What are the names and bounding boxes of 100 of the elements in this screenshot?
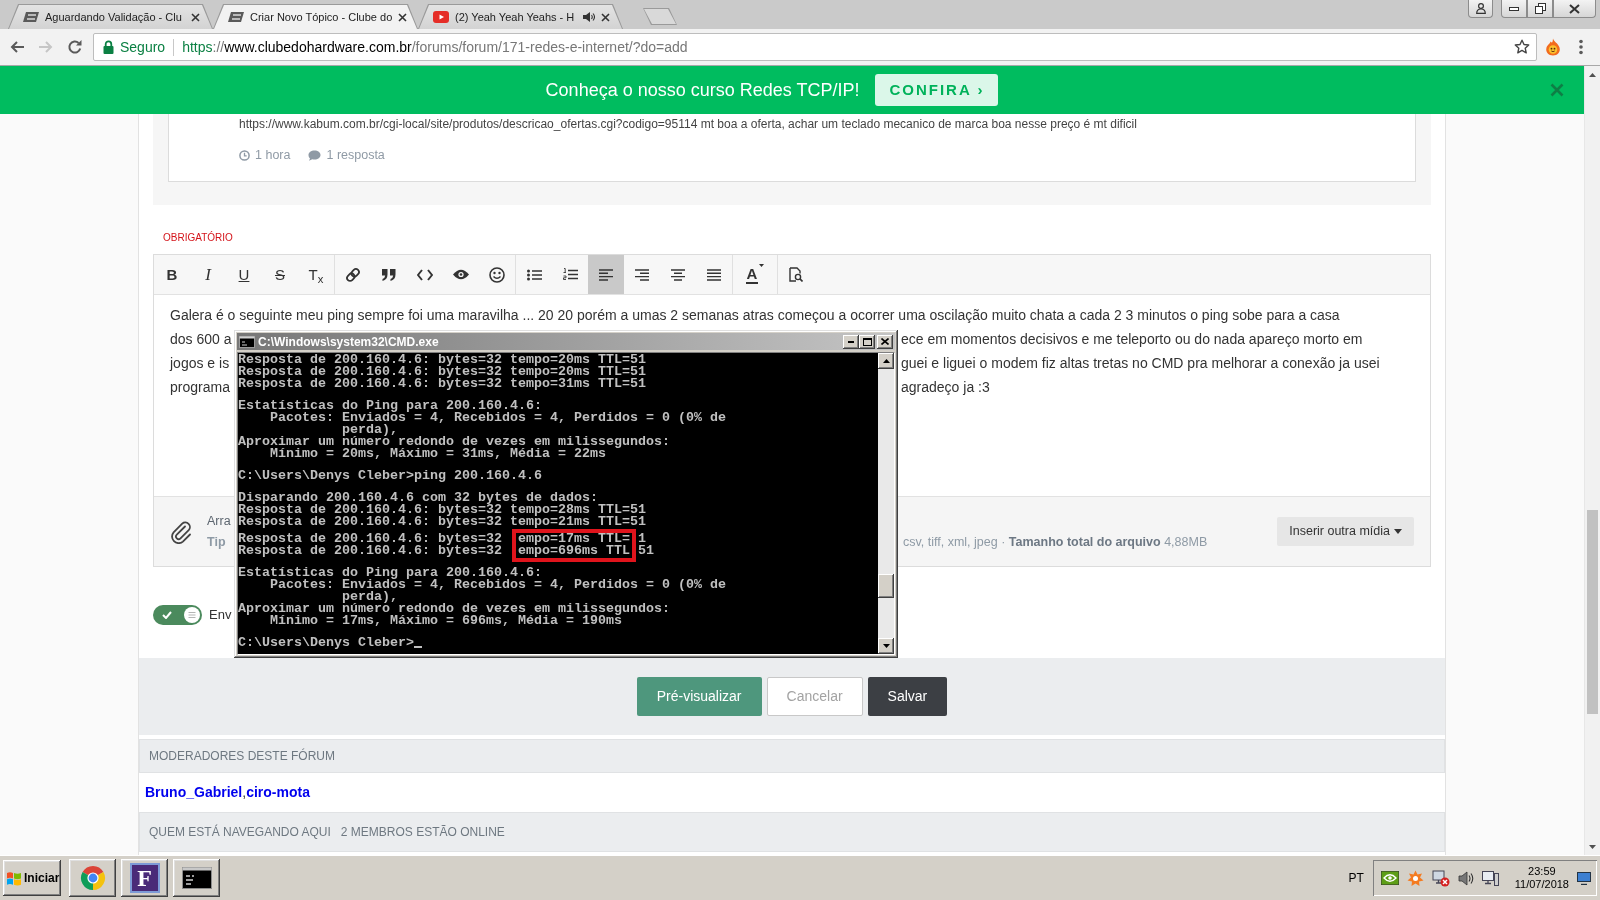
reload-icon[interactable]: [67, 39, 83, 55]
notification-toggle[interactable]: [153, 605, 202, 625]
minimize-icon: [848, 340, 854, 343]
console-text: Pacotes: Enviados = 4, Recebidos = 4, Perdidos = 0 (0% de: [270, 579, 726, 591]
align-left-icon: [599, 268, 613, 281]
star-icon[interactable]: [1514, 39, 1530, 55]
back-icon[interactable]: [9, 39, 25, 55]
scroll-up-button[interactable]: [878, 353, 894, 369]
console-text: perda),: [341, 591, 398, 603]
round-logo-icon: [79, 865, 106, 891]
list-separator: ,: [242, 783, 247, 802]
toolbar-button[interactable]: U: [226, 255, 262, 294]
console-text: Mínimo = 20ms, Máximo = 31ms, Média = 22ms: [270, 448, 606, 460]
close-button[interactable]: [877, 334, 893, 349]
browser-tab[interactable]: Criar Novo Tópico - Clube do: [213, 4, 418, 29]
save-button[interactable]: Salvar: [867, 677, 948, 716]
body-text: programa: [170, 379, 230, 395]
arrow-down-icon: [882, 644, 890, 648]
close-icon[interactable]: [398, 12, 408, 22]
caret-icon: [1394, 529, 1402, 534]
toolbar-button[interactable]: B: [154, 255, 190, 294]
console-text: Resposta de 200.160.4.6: bytes=32 tempo=28ms TTL=51: [238, 504, 646, 516]
console-text: Estatísticas do Ping para 200.160.4.6:: [238, 567, 542, 579]
console-text: perda),: [341, 424, 398, 436]
console-text: Resposta de 200.160.4.6: bytes=32 tempo=20ms TTL=51: [238, 354, 646, 366]
eye-icon: [453, 269, 469, 280]
toolbar-button[interactable]: A: [733, 255, 777, 294]
online-count: 2 MEMBROS ESTÃO ONLINE: [340, 824, 505, 841]
promo-text: Conheça o nosso curso Redes TCP/IP!: [545, 78, 860, 102]
body-text: Galera é o seguinte meu ping sempre foi uma maravilha ... 20 20 porém a umas 2 semanas atras começou a ocorrer uma oscilação muito chata a cada 2 3 minutos o ping sobe para a casa: [170, 306, 1341, 325]
console-text: Aproximar um número redondo de vezes em milissegundos:: [238, 603, 670, 615]
arrow-up-icon: [882, 359, 890, 363]
close-icon[interactable]: [601, 12, 610, 22]
close-button[interactable]: [1553, 0, 1596, 18]
file-types-label: Tip: [207, 534, 226, 549]
toolbar-button[interactable]: I: [190, 255, 226, 294]
restore-button[interactable]: [1527, 0, 1553, 18]
toolbar-button[interactable]: S: [262, 255, 298, 294]
minimize-icon: [1509, 6, 1519, 11]
console-text: Aproximar um número redondo de vezes em milissegundos:: [238, 436, 670, 448]
minimize-button[interactable]: [843, 334, 859, 349]
console-text: 51: [637, 545, 654, 557]
close-icon[interactable]: [191, 12, 200, 22]
site-logo-icon: [228, 12, 244, 22]
speaker-icon[interactable]: [1457, 870, 1474, 886]
language-indicator[interactable]: PT: [1348, 869, 1364, 887]
body-text: agradeço ja :3: [901, 379, 990, 395]
network-error-icon[interactable]: [1431, 869, 1450, 887]
profile-button[interactable]: [1468, 0, 1493, 18]
splat-icon[interactable]: [1406, 869, 1424, 887]
bullet-list-icon: [526, 268, 542, 281]
body-text: ece em momentos decisivos e me teleporto ou do nada apareço morto em: [901, 331, 1363, 347]
minimize-button[interactable]: [1501, 0, 1527, 18]
scrollbar-track[interactable]: [878, 353, 894, 654]
browser-tab[interactable]: (2) Yeah Yeah Yeahs - H: [418, 4, 623, 29]
paperclip-icon: [170, 519, 192, 544]
scroll-thumb[interactable]: [1587, 510, 1598, 714]
browser-tab[interactable]: Aguardando Validação - Clu: [8, 4, 213, 29]
start-button[interactable]: Iniciar: [3, 860, 61, 896]
console-text: Resposta de 200.160.4.6: bytes=32 tempo=21ms TTL=51: [238, 516, 646, 528]
console-text: C:\Users\Denys Cleber>ping 200.160.4.6: [238, 470, 542, 482]
person-icon: [1475, 3, 1486, 14]
flame-icon[interactable]: [1545, 38, 1561, 56]
numbered-list-icon: [562, 268, 578, 281]
code-icon: [417, 268, 433, 281]
maximize-icon: [862, 337, 872, 346]
computer-icon[interactable]: [1481, 870, 1499, 886]
align-right-icon: [635, 268, 649, 281]
lock-icon: [103, 40, 114, 54]
menu-icon[interactable]: [1579, 39, 1583, 55]
drop-text: Arra: [207, 513, 231, 528]
console-text: empo=696ms TTL: [517, 545, 630, 557]
console-text: 1: [637, 533, 646, 545]
maximize-button[interactable]: [859, 334, 875, 349]
console-icon: [181, 867, 212, 889]
taskbar-app-button[interactable]: [69, 859, 116, 897]
clock-icon: [239, 150, 250, 161]
taskbar-app-button[interactable]: [173, 859, 220, 897]
taskbar-app-button[interactable]: F: [121, 859, 168, 897]
scrollbar-track[interactable]: [1584, 66, 1600, 855]
notify-label: Env: [209, 606, 232, 625]
window-title: C:\Windows\system32\CMD.exe: [258, 333, 439, 351]
console-text: Resposta de 200.160.4.6: bytes=32: [238, 533, 503, 545]
close-icon: [881, 338, 889, 345]
windows-flag-icon: [6, 870, 22, 886]
quote-icon: [382, 268, 396, 281]
toolbar-button[interactable]: T$_{x}$: [298, 255, 334, 294]
moderator-link[interactable]: Bruno_Gabriel: [145, 782, 243, 803]
arrow-down-icon: [1589, 844, 1596, 849]
eye-tile-icon[interactable]: [1380, 871, 1399, 885]
address-bar[interactable]: Seguro https://www.clubedohardware.com.br/forums/forum/171-redes-e-internet/?do=add: [93, 33, 1537, 61]
moderator-link[interactable]: ciro-mota: [246, 782, 310, 803]
section-title: QUEM ESTÁ NAVEGANDO AQUI: [149, 823, 331, 841]
console-text: Estatísticas do Ping para 200.160.4.6:: [238, 400, 542, 412]
body-text: jogos e is: [170, 355, 230, 371]
section-title: MODERADORES DESTE FÓRUM: [149, 747, 335, 765]
insert-media-button[interactable]: Inserir outra mídia: [1277, 517, 1414, 546]
scroll-down-button[interactable]: [878, 638, 894, 654]
show-desktop-icon[interactable]: [1577, 871, 1591, 885]
scroll-thumb[interactable]: [878, 574, 894, 598]
